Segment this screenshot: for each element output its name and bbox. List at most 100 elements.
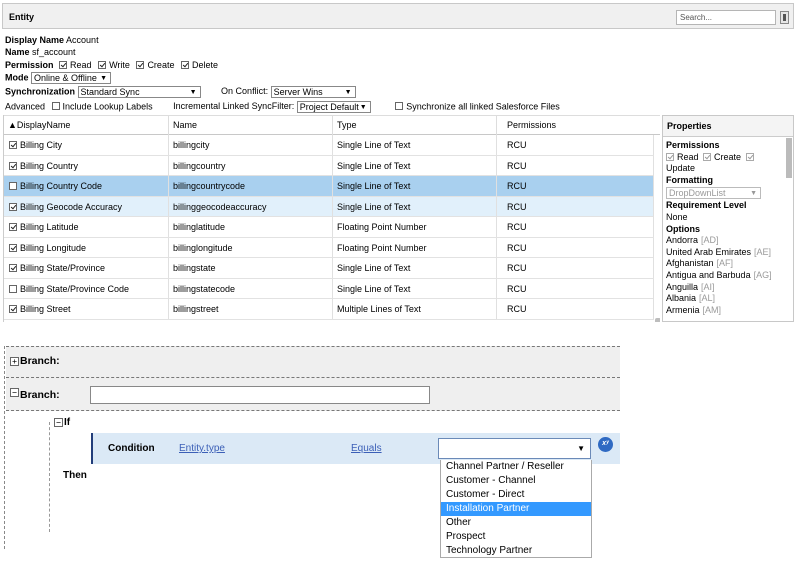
permission-label: Permission	[5, 60, 54, 70]
row-checkbox[interactable]	[9, 305, 17, 313]
mode-select[interactable]: Online & Offline ▼	[31, 72, 112, 84]
search-input[interactable]: Search...	[676, 10, 776, 25]
include-lookup-checkbox[interactable]	[51, 102, 60, 111]
expand-icon[interactable]: +	[10, 357, 19, 366]
row-checkbox[interactable]	[9, 182, 17, 190]
workflow-editor: + Branch: − Branch: − If Condition Entit…	[0, 322, 796, 571]
incremental-select[interactable]: Project Default ▼	[296, 101, 371, 113]
col-permissions[interactable]: Permissions	[497, 116, 660, 136]
table-row[interactable]: Billing Country Code billingcountrycode Si…	[4, 176, 654, 197]
expression-button[interactable]: xʸ	[598, 437, 613, 452]
dropdown-option[interactable]: Customer - Direct	[441, 488, 591, 502]
grid-header: ▲DisplayName Name Type Permissions	[4, 115, 660, 136]
permission-row: Permission Read Write Create Delete	[5, 60, 218, 71]
table-row[interactable]: Billing Longitude billinglongitude Floatin…	[4, 237, 654, 258]
cell-name-text: billinglatitude	[173, 222, 226, 232]
delete-label: Delete	[191, 60, 218, 70]
chevron-down-icon: ▼	[750, 190, 757, 198]
option-item: United Arab Emirates [AE]	[666, 247, 790, 259]
row-checkbox[interactable]	[9, 202, 17, 211]
chevron-down-icon: ▼	[577, 444, 585, 453]
formatting-select[interactable]: DropDownList ▼	[666, 187, 761, 200]
table-row[interactable]: Billing Geocode Accuracy billinggeocodeac…	[4, 196, 654, 217]
col-displayname[interactable]: ▲DisplayName	[4, 116, 169, 136]
operator-link[interactable]: Equals	[351, 443, 382, 454]
cell-name: billingstatecode	[169, 278, 333, 299]
prop-create-checkbox[interactable]	[703, 152, 712, 161]
dropdown-option[interactable]: Prospect	[441, 530, 591, 544]
dropdown-option[interactable]: Customer - Channel	[441, 474, 591, 488]
option-item: Antigua and Barbuda [AG]	[666, 270, 790, 282]
col-type[interactable]: Type	[333, 116, 497, 136]
prop-create-label: Create	[714, 151, 742, 162]
search-options-icon[interactable]	[780, 11, 789, 24]
table-row[interactable]: Billing Street billingstreet Multiple Line…	[4, 299, 654, 320]
dropdown-option[interactable]: Other	[441, 516, 591, 530]
cell-permissions-text: RCU	[507, 283, 527, 294]
row-checkbox[interactable]	[9, 243, 17, 252]
option-code: [AE]	[754, 246, 772, 257]
if-guide-line	[49, 422, 50, 532]
option-code: [AF]	[716, 258, 734, 269]
read-checkbox[interactable]	[59, 61, 68, 69]
requirement-value: None	[666, 211, 688, 222]
sync-files-label: Synchronize all linked Salesforce Files	[406, 101, 560, 112]
table-row[interactable]: Billing State/Province billingstate Single…	[4, 258, 654, 279]
formatting-value: DropDownList	[669, 188, 726, 199]
delete-checkbox[interactable]	[180, 61, 189, 69]
write-checkbox[interactable]	[98, 61, 107, 69]
sync-files-checkbox[interactable]	[395, 102, 404, 111]
create-checkbox[interactable]	[136, 61, 145, 69]
row-checkbox[interactable]	[9, 161, 17, 170]
row-checkbox[interactable]	[9, 223, 17, 231]
sync-select[interactable]: Standard Sync ▼	[77, 86, 201, 98]
col-name[interactable]: Name	[169, 116, 333, 136]
row-checkbox[interactable]	[9, 264, 17, 272]
table-row[interactable]: Billing State/Province Code billingstatec…	[4, 278, 654, 299]
cell-type-text: Single Line of Text	[337, 283, 411, 294]
row-checkbox[interactable]	[9, 141, 17, 149]
collapse-icon[interactable]: −	[10, 388, 19, 397]
value-select[interactable]: ▼	[438, 438, 591, 459]
cell-name-text: billingstatecode	[173, 283, 236, 294]
branch-name-input[interactable]	[90, 386, 430, 404]
dropdown-option[interactable]: Installation Partner	[441, 502, 591, 516]
collapse-icon[interactable]: −	[54, 418, 63, 427]
cell-name: billingcountry	[169, 155, 333, 176]
option-name: Andorra	[666, 235, 699, 246]
field-link[interactable]: Entity.type	[179, 443, 225, 454]
prop-update-label: Update	[666, 163, 696, 174]
prop-update-checkbox[interactable]	[745, 152, 754, 161]
cell-type: Single Line of Text	[333, 135, 497, 155]
sync-select-value: Standard Sync	[80, 87, 140, 97]
cell-type: Single Line of Text	[333, 176, 497, 196]
dropdown-option[interactable]: Channel Partner / Reseller	[441, 460, 591, 474]
display-name-label: Display Name	[5, 35, 65, 45]
option-item: Anguilla [AI]	[666, 282, 790, 294]
entity-title: Entity	[9, 12, 35, 22]
table-row[interactable]: Billing Latitude billinglatitude Floating …	[4, 217, 654, 238]
branch-2-label: Branch:	[20, 389, 60, 401]
properties-scrollbar[interactable]	[786, 138, 792, 178]
entity-editor: Entity Search... Display Name Account Na…	[0, 0, 796, 322]
table-row[interactable]: Billing City billingcity Single Line of Te…	[4, 135, 654, 156]
include-lookup-label: Include Lookup Labels	[62, 101, 153, 112]
option-item: Andorra [AD]	[666, 235, 790, 247]
cell-displayname-text: Billing Country Code	[20, 181, 103, 191]
sync-label: Synchronization	[5, 86, 76, 97]
cell-displayname-text: Billing State/Province	[20, 263, 106, 273]
prop-read-checkbox[interactable]	[666, 152, 674, 161]
chevron-down-icon: ▼	[189, 89, 197, 96]
cell-displayname: Billing Latitude	[4, 217, 169, 237]
dropdown-option[interactable]: Technology Partner	[441, 544, 591, 558]
create-label: Create	[147, 60, 175, 70]
row-checkbox[interactable]	[9, 284, 17, 293]
conflict-select[interactable]: Server Wins ▼	[270, 86, 356, 98]
cell-permissions: RCU	[497, 155, 654, 176]
table-row[interactable]: Billing Country billingcountry Single Line…	[4, 155, 654, 176]
option-code: [AD]	[701, 235, 719, 246]
cell-displayname-text: Billing City	[20, 140, 63, 150]
cell-name: billingcity	[169, 135, 333, 155]
name-row: Name sf_account	[5, 47, 76, 58]
cell-displayname: Billing State/Province	[4, 258, 169, 278]
